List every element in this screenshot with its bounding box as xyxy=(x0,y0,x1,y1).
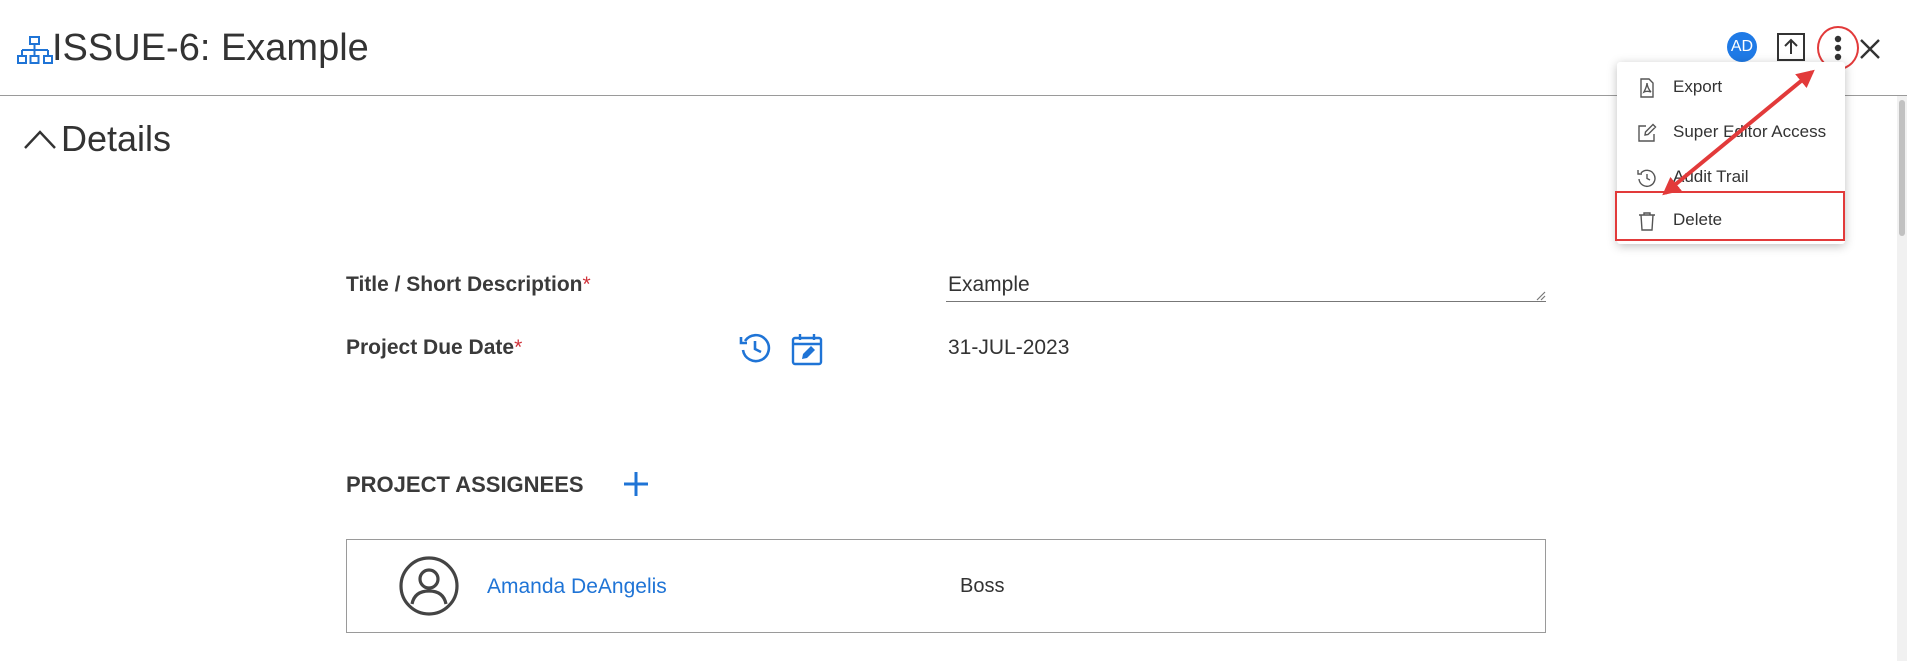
menu-item-export[interactable]: Export xyxy=(1617,66,1845,110)
menu-item-label: Super Editor Access xyxy=(1673,122,1827,141)
menu-item-super-editor-access[interactable]: Super Editor Access xyxy=(1617,111,1845,155)
scrollbar-thumb[interactable] xyxy=(1899,100,1905,236)
menu-item-label: Export xyxy=(1673,77,1723,96)
chevron-up-icon[interactable] xyxy=(22,126,58,154)
export-upload-icon[interactable] xyxy=(1776,32,1806,62)
calendar-edit-icon[interactable] xyxy=(790,332,824,366)
due-date-label-text: Project Due Date xyxy=(346,336,515,359)
menu-item-audit-trail[interactable]: Audit Trail xyxy=(1617,156,1845,200)
menu-item-delete[interactable]: Delete xyxy=(1617,199,1845,243)
more-options-menu: Export Super Editor Access Audit Trail D… xyxy=(1617,62,1845,244)
title-input[interactable] xyxy=(946,268,1546,302)
user-avatar-icon xyxy=(398,555,460,617)
user-avatar[interactable]: AD xyxy=(1727,32,1757,62)
edit-icon xyxy=(1637,123,1657,143)
title-label-text: Title / Short Description xyxy=(346,273,583,296)
section-title: Details xyxy=(61,118,172,159)
pdf-file-icon xyxy=(1637,78,1657,98)
menu-item-label: Audit Trail xyxy=(1673,167,1749,186)
due-date-value[interactable]: 31-JUL-2023 xyxy=(948,336,1069,360)
trash-icon xyxy=(1637,211,1657,231)
assignee-role: Boss xyxy=(960,575,1005,597)
resize-grip-icon[interactable] xyxy=(1534,289,1546,301)
required-mark: * xyxy=(582,273,591,296)
history-icon[interactable] xyxy=(738,331,772,365)
add-assignee-icon[interactable] xyxy=(620,468,652,500)
close-icon[interactable] xyxy=(1858,37,1882,61)
assignee-name-link[interactable]: Amanda DeAngelis xyxy=(487,575,667,599)
due-date-label: Project Due Date* xyxy=(346,336,522,360)
page-title: ISSUE-6: Example xyxy=(52,27,369,69)
assignees-heading: PROJECT ASSIGNEES xyxy=(346,472,584,497)
history-icon xyxy=(1637,168,1657,188)
hierarchy-icon xyxy=(17,36,53,66)
title-label: Title / Short Description* xyxy=(346,273,591,297)
menu-item-label: Delete xyxy=(1673,210,1723,229)
required-mark: * xyxy=(514,336,523,359)
